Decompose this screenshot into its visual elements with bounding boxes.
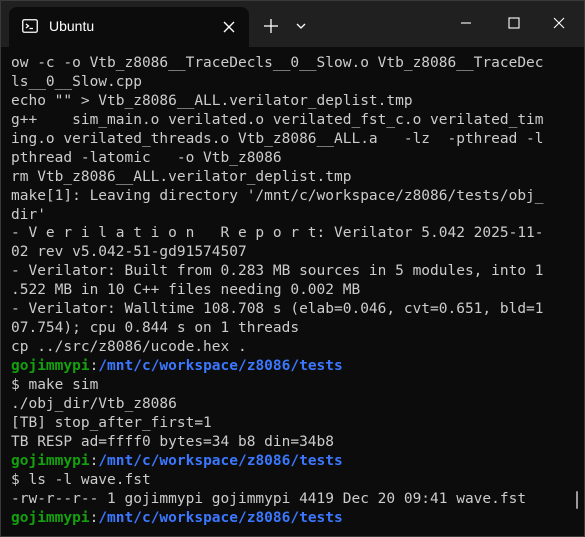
output-line: dir' xyxy=(11,206,46,223)
output-line: -rw-r--r-- 1 gojimmypi gojimmypi 4419 De… xyxy=(11,490,527,507)
output-line: - V e r i l a t i o n R e p o r t: Veril… xyxy=(11,225,544,242)
prompt-separator: : xyxy=(89,509,99,526)
output-line: .522 MB in 10 C++ files needing 0.002 MB xyxy=(11,282,361,299)
output-line: - Verilator: Walltime 108.708 s (elab=0.… xyxy=(11,301,544,318)
output-line: - Verilator: Built from 0.283 MB sources… xyxy=(11,263,544,280)
tab-ubuntu[interactable]: Ubuntu xyxy=(9,7,249,47)
output-line: rm Vtb_z8086__ALL.verilator_deplist.tmp xyxy=(11,168,352,185)
output-line: cp ../src/z8086/ucode.hex . xyxy=(11,339,247,356)
output-line: ow -c -o Vtb_z8086__TraceDecls__0__Slow.… xyxy=(11,55,544,71)
prompt-line: gojimmypi:/mnt/c/workspace/z8086/tests xyxy=(11,509,571,528)
output-line: 07.754); cpu 0.844 s on 1 threads xyxy=(11,320,300,337)
prompt-separator: : xyxy=(89,358,99,374)
output-line: TB RESP ad=ffff0 bytes=34 b8 din=34b8 xyxy=(11,433,335,450)
output-line: $ ls -l wave.fst xyxy=(11,471,151,488)
maximize-icon[interactable] xyxy=(490,1,538,45)
plus-icon[interactable] xyxy=(260,15,282,37)
output-line: ls__0__Slow.cpp xyxy=(11,73,142,90)
terminal-window: Ubuntu ow -c -o Vtb_z8086__TraceDecls__0… xyxy=(0,0,585,537)
prompt-path: /mnt/c/workspace/z8086/tests xyxy=(98,509,343,526)
close-icon[interactable] xyxy=(536,1,584,45)
title-bar[interactable]: Ubuntu xyxy=(1,1,584,47)
output-line: ing.o verilated_threads.o Vtb_z8086__ALL… xyxy=(11,130,544,147)
output-line: make[1]: Leaving directory '/mnt/c/works… xyxy=(11,187,544,204)
prompt-line: gojimmypi:/mnt/c/workspace/z8086/tests xyxy=(11,452,571,471)
chevron-down-icon[interactable] xyxy=(293,18,309,34)
output-line: ./obj_dir/Vtb_z8086 xyxy=(11,395,177,412)
output-line: g++ sim_main.o verilated.o verilated_fst… xyxy=(11,111,544,128)
output-line: 02 rev v5.042-51-gd91574507 xyxy=(11,244,247,261)
prompt-user: gojimmypi xyxy=(11,358,90,374)
prompt-separator: : xyxy=(89,452,99,469)
scrollbar[interactable] xyxy=(576,491,578,509)
terminal-output[interactable]: ow -c -o Vtb_z8086__TraceDecls__0__Slow.… xyxy=(11,54,571,534)
output-line: $ make sim xyxy=(11,376,99,393)
prompt-path: /mnt/c/workspace/z8086/tests xyxy=(98,452,343,469)
close-icon[interactable] xyxy=(220,18,238,36)
tab-title: Ubuntu xyxy=(49,18,95,34)
prompt-path: /mnt/c/workspace/z8086/tests xyxy=(98,358,343,374)
output-line: [TB] stop_after_first=1 xyxy=(11,414,212,431)
prompt-user: gojimmypi xyxy=(11,452,90,469)
terminal-icon xyxy=(22,19,38,33)
output-line: echo "" > Vtb_z8086__ALL.verilator_depli… xyxy=(11,92,413,109)
output-line: pthread -latomic -o Vtb_z8086 xyxy=(11,149,282,166)
prompt-user: gojimmypi xyxy=(11,509,90,526)
minimize-icon[interactable] xyxy=(442,1,490,45)
prompt-line: gojimmypi:/mnt/c/workspace/z8086/tests xyxy=(11,357,571,376)
